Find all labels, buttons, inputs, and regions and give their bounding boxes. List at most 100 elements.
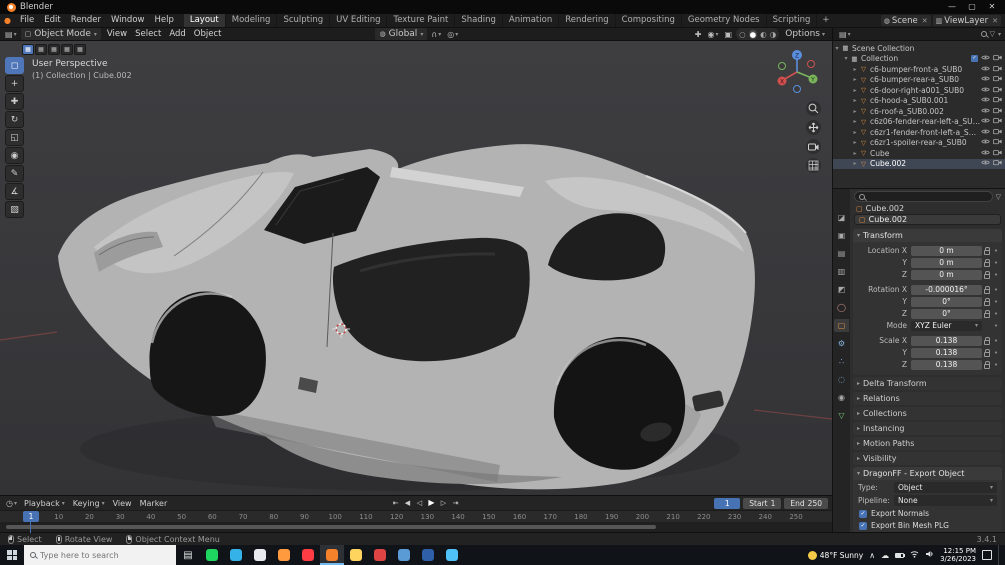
workspace-tab-texture-paint[interactable]: Texture Paint bbox=[387, 14, 455, 27]
play-button[interactable]: ▶ bbox=[426, 497, 437, 509]
lock-icon[interactable] bbox=[982, 247, 992, 255]
workspace-tab-animation[interactable]: Animation bbox=[503, 14, 559, 27]
hide-in-viewport-icon[interactable] bbox=[981, 117, 990, 126]
hide-in-viewport-icon[interactable] bbox=[981, 138, 990, 147]
object-name-field[interactable]: ▢ Cube.002 bbox=[854, 214, 1001, 225]
taskbar-chrome[interactable] bbox=[248, 545, 272, 565]
constraints-properties-tab[interactable]: ◉ bbox=[834, 391, 849, 404]
wireframe-shading-icon[interactable]: ○ bbox=[739, 30, 746, 39]
proportional-editing-button[interactable]: ◎ ▾ bbox=[445, 30, 460, 39]
taskbar-file-explorer[interactable] bbox=[344, 545, 368, 565]
jump-end-button[interactable]: ⇥ bbox=[450, 497, 461, 509]
checkbox-export-normals[interactable]: ✓ bbox=[859, 510, 867, 518]
disable-in-renders-icon[interactable] bbox=[993, 128, 1002, 137]
animate-dot-icon[interactable]: • bbox=[992, 361, 1000, 369]
lock-icon[interactable] bbox=[982, 286, 992, 294]
snap-toggle-button[interactable]: ∩ ▾ bbox=[429, 30, 443, 39]
editor-type-button[interactable]: ◷ ▾ bbox=[4, 499, 19, 508]
animate-dot-icon[interactable]: • bbox=[992, 310, 1000, 318]
scene-properties-tab[interactable]: ◩ bbox=[834, 283, 849, 296]
properties-search-input[interactable] bbox=[868, 192, 988, 201]
disable-in-renders-icon[interactable] bbox=[993, 159, 1002, 168]
select-mode-subtract[interactable]: ▦ bbox=[48, 44, 60, 55]
transform-y-field[interactable]: 0.138 bbox=[911, 348, 982, 358]
taskbar-search-input[interactable] bbox=[40, 551, 170, 560]
viewport-menu-add[interactable]: Add bbox=[165, 29, 189, 39]
modifiers-properties-tab[interactable]: ⚙ bbox=[834, 337, 849, 350]
disable-in-renders-icon[interactable] bbox=[993, 96, 1002, 105]
disable-in-renders-icon[interactable] bbox=[993, 138, 1002, 147]
navigation-gizmo[interactable]: Z X Y bbox=[774, 47, 820, 96]
move-tool[interactable]: ✚ bbox=[5, 93, 24, 110]
render-properties-tab[interactable]: ▣ bbox=[834, 229, 849, 242]
timeline-menu-marker[interactable]: Marker bbox=[136, 499, 172, 508]
animate-dot-icon[interactable]: • bbox=[992, 286, 1000, 294]
collection-checkbox[interactable]: ✓ bbox=[971, 55, 978, 62]
wifi-icon[interactable] bbox=[910, 550, 919, 560]
lock-icon[interactable] bbox=[982, 349, 992, 357]
outliner-item[interactable]: ▸▽Cube bbox=[833, 148, 1005, 159]
solid-shading-icon[interactable]: ● bbox=[749, 30, 758, 39]
chevron-down-icon[interactable]: ▾ bbox=[833, 45, 841, 52]
onedrive-cloud-icon[interactable]: ☁ bbox=[881, 551, 889, 560]
tray-chevron-up-icon[interactable]: ∧ bbox=[869, 551, 875, 560]
transform-y-field[interactable]: 0 m bbox=[911, 258, 982, 268]
outliner-item[interactable]: ▸▽Cube.002 bbox=[833, 159, 1005, 170]
tool-properties-tab[interactable]: ◪ bbox=[834, 211, 849, 224]
output-properties-tab[interactable]: ▤ bbox=[834, 247, 849, 260]
section-visibility[interactable]: ▸Visibility bbox=[853, 452, 1002, 465]
timeline-scrollbar[interactable] bbox=[6, 525, 656, 529]
workspace-tab-sculpting[interactable]: Sculpting bbox=[277, 14, 330, 27]
outliner-item[interactable]: ▸▽c6-bumper-rear-a_SUB0 bbox=[833, 75, 1005, 86]
battery-icon[interactable] bbox=[895, 553, 904, 558]
maximize-icon[interactable]: ▢ bbox=[962, 0, 982, 14]
lock-icon[interactable] bbox=[982, 361, 992, 369]
timeline-menu-keying[interactable]: Keying▾ bbox=[69, 499, 109, 508]
ortho-grid-icon[interactable] bbox=[806, 158, 821, 173]
disable-in-renders-icon[interactable] bbox=[993, 65, 1002, 74]
annotate-tool[interactable]: ✎ bbox=[5, 165, 24, 182]
animate-dot-icon[interactable]: • bbox=[992, 322, 1000, 330]
section-motion-paths[interactable]: ▸Motion Paths bbox=[853, 437, 1002, 450]
frame-start-field[interactable]: Start 1 bbox=[743, 498, 781, 509]
play-reverse-button[interactable]: ◁ bbox=[414, 497, 425, 509]
select-mode-extend[interactable]: ▦ bbox=[35, 44, 47, 55]
checkbox-export-bin-mesh-plg[interactable]: ✓ bbox=[859, 522, 867, 530]
hide-in-viewport-icon[interactable] bbox=[981, 149, 990, 158]
select-mode-invert[interactable]: ▦ bbox=[61, 44, 73, 55]
blender-menu-icon[interactable]: ● bbox=[0, 16, 15, 25]
playhead-marker[interactable]: 1 bbox=[23, 511, 39, 522]
transform-mode-dropdown[interactable]: XYZ Euler▾ bbox=[911, 321, 982, 331]
taskbar-firefox[interactable] bbox=[272, 545, 296, 565]
outliner-item[interactable]: ▸▽c6zr1-fender-front-left-a_SUB0 bbox=[833, 127, 1005, 138]
hide-in-viewport-icon[interactable] bbox=[981, 128, 990, 137]
transform-z-field[interactable]: 0 m bbox=[911, 270, 982, 280]
rendered-shading-icon[interactable]: ◑ bbox=[770, 30, 777, 39]
section-instancing[interactable]: ▸Instancing bbox=[853, 422, 1002, 435]
filter-icon[interactable]: ▽ bbox=[996, 193, 1001, 201]
taskbar-word[interactable] bbox=[416, 545, 440, 565]
search-icon[interactable] bbox=[981, 31, 987, 37]
viewport-menu-object[interactable]: Object bbox=[190, 29, 226, 39]
xray-toggle-button[interactable]: ▣ bbox=[723, 30, 735, 39]
action-center-icon[interactable] bbox=[982, 550, 992, 560]
transform-rotation-x-field[interactable]: -0.000016° bbox=[911, 285, 982, 295]
outliner-item[interactable]: ▸▽c6zr1-spoiler-rear-a_SUB0 bbox=[833, 138, 1005, 149]
timeline-ruler[interactable]: 1020304050607080901001101201301401501601… bbox=[0, 510, 832, 522]
mode-dropdown[interactable]: ▢ Object Mode ▾ bbox=[21, 28, 101, 40]
transform-y-field[interactable]: 0° bbox=[911, 297, 982, 307]
dff-type-dropdown[interactable]: Object ▾ bbox=[894, 482, 997, 493]
workspace-tab-scripting[interactable]: Scripting bbox=[767, 14, 818, 27]
hide-in-viewport-icon[interactable] bbox=[981, 75, 990, 84]
lock-icon[interactable] bbox=[982, 337, 992, 345]
properties-search-box[interactable] bbox=[854, 191, 993, 202]
workspace-tab-geometry-nodes[interactable]: Geometry Nodes bbox=[682, 14, 767, 27]
frame-end-field[interactable]: End 250 bbox=[784, 498, 828, 509]
scale-tool[interactable]: ◱ bbox=[5, 129, 24, 146]
animate-dot-icon[interactable]: • bbox=[992, 298, 1000, 306]
transform-orientation-dropdown[interactable]: ◍ Global ▾ bbox=[375, 28, 427, 40]
disable-in-renders-icon[interactable] bbox=[993, 149, 1002, 158]
rotate-tool[interactable]: ↻ bbox=[5, 111, 24, 128]
menu-window[interactable]: Window bbox=[106, 14, 150, 27]
cursor-tool[interactable]: + bbox=[5, 75, 24, 92]
